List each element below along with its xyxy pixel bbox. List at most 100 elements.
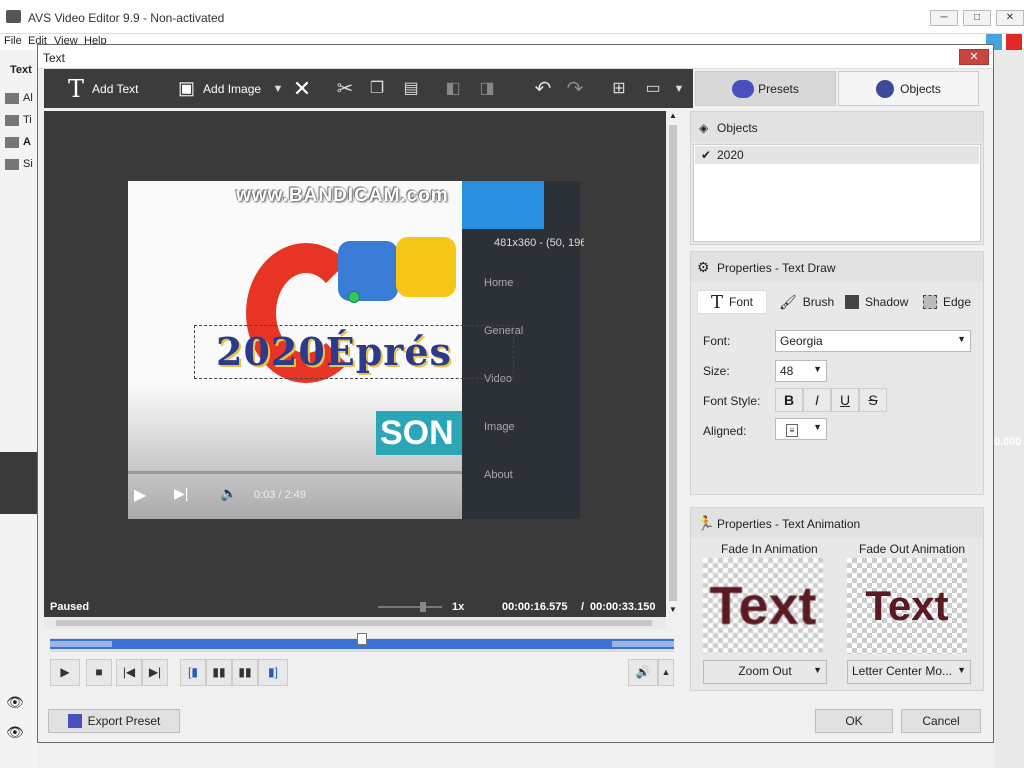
folder-icon bbox=[5, 136, 19, 148]
align-select[interactable]: ≡ ▼ bbox=[775, 418, 827, 440]
tab-presets[interactable]: Presets bbox=[695, 71, 836, 106]
timeline-fade-out bbox=[612, 641, 674, 647]
fade-in-select[interactable]: Zoom Out ▼ bbox=[703, 660, 827, 684]
brush-icon: 🖌 bbox=[779, 293, 797, 310]
menu-file[interactable]: File bbox=[4, 35, 22, 47]
folder-icon bbox=[5, 158, 19, 170]
chevron-down-icon[interactable]: ▼ bbox=[268, 79, 288, 99]
tab-presets-label: Presets bbox=[758, 81, 799, 96]
app-close-button[interactable]: ✕ bbox=[996, 10, 1024, 26]
current-time: 00:00:16.575 bbox=[502, 601, 568, 613]
stop-button[interactable]: ■ bbox=[86, 659, 112, 686]
tab-edge-label: Edge bbox=[943, 295, 972, 309]
logo-shape bbox=[396, 237, 456, 297]
overlay-text[interactable]: 2020Éprés bbox=[216, 329, 506, 374]
ok-button[interactable]: OK bbox=[815, 709, 893, 733]
grid-icon[interactable]: ⊞ bbox=[609, 79, 629, 99]
bg-text-label: Text bbox=[10, 64, 32, 76]
minimize-button[interactable]: ─ bbox=[930, 10, 958, 26]
tab-font[interactable]: T Font bbox=[697, 290, 767, 314]
hscroll-thumb[interactable] bbox=[56, 620, 652, 626]
fade-out-label: Fade Out Animation bbox=[859, 542, 966, 556]
rotate-handle[interactable] bbox=[348, 291, 360, 303]
tab-shadow[interactable]: Shadow bbox=[845, 290, 915, 314]
edge-icon bbox=[923, 295, 937, 309]
objects-panel-header: ◈ Objects bbox=[691, 112, 983, 142]
volume-button[interactable]: 🔊 bbox=[628, 659, 658, 686]
tab-shadow-label: Shadow bbox=[865, 295, 909, 309]
tab-edge[interactable]: Edge bbox=[923, 290, 983, 314]
timeline-fade-in bbox=[50, 641, 112, 647]
maximize-button[interactable]: □ bbox=[963, 10, 991, 26]
speed-slider[interactable] bbox=[378, 606, 442, 608]
bg-item: Ti bbox=[5, 114, 35, 128]
bring-forward-icon[interactable]: ◧ bbox=[443, 79, 463, 99]
scroll-down-icon[interactable]: ▼ bbox=[669, 605, 677, 614]
aligned-label: Aligned: bbox=[703, 424, 747, 438]
objects-panel: ◈ Objects ✔ 2020 bbox=[690, 111, 984, 245]
bg-item: A bbox=[5, 136, 35, 150]
size-value: 48 bbox=[780, 364, 794, 378]
redo-icon[interactable]: ↷ bbox=[565, 79, 585, 99]
preview-vertical-scrollbar[interactable]: ▲ ▼ bbox=[666, 111, 680, 615]
paste-icon[interactable]: ▤ bbox=[401, 79, 421, 99]
text-animation-panel: 🏃 Properties - Text Animation Fade In An… bbox=[690, 507, 984, 691]
dialog-close-button[interactable]: ✕ bbox=[959, 49, 989, 65]
speed-slider-thumb[interactable] bbox=[420, 602, 426, 612]
dialog-title-bar: Text ✕ bbox=[38, 45, 993, 69]
size-select[interactable]: 48 ▼ bbox=[775, 360, 827, 382]
running-figure-icon: 🏃 bbox=[697, 515, 715, 531]
tab-brush[interactable]: 🖌 Brush bbox=[779, 290, 839, 314]
set-start-button[interactable]: [▮ bbox=[180, 659, 206, 686]
undo-icon[interactable]: ↶ bbox=[533, 79, 553, 99]
eye-icon[interactable]: 👁 bbox=[6, 694, 24, 711]
nav-image: Image bbox=[484, 421, 515, 433]
scroll-up-icon[interactable]: ▲ bbox=[669, 111, 677, 121]
text-draw-panel: ⚙ Properties - Text Draw T Font 🖌 Brush … bbox=[690, 251, 984, 495]
tab-brush-label: Brush bbox=[802, 295, 835, 309]
dialog-title: Text bbox=[43, 51, 66, 65]
fade-out-value: Letter Center Mo... bbox=[852, 664, 953, 678]
copy-icon[interactable]: ❐ bbox=[367, 79, 387, 99]
timeline-playhead[interactable] bbox=[357, 633, 367, 645]
mark-out-button[interactable]: ▮▮ bbox=[232, 659, 258, 686]
bg-item: Si bbox=[5, 158, 35, 172]
youtube-icon[interactable] bbox=[1006, 34, 1022, 50]
eye-icons: 👁 👁 bbox=[0, 690, 38, 750]
cut-icon[interactable]: ✂ bbox=[335, 79, 355, 99]
font-select[interactable]: Georgia ▼ bbox=[775, 330, 971, 352]
add-image-label: Add Image bbox=[203, 81, 262, 96]
add-text-button[interactable]: T Add Text bbox=[68, 69, 139, 108]
chevron-down-icon[interactable]: ▼ bbox=[669, 79, 689, 99]
send-backward-icon[interactable]: ◨ bbox=[477, 79, 497, 99]
cancel-button[interactable]: Cancel bbox=[901, 709, 981, 733]
objects-icon bbox=[876, 79, 895, 98]
display-icon[interactable]: ▭ bbox=[643, 79, 663, 99]
eye-icon[interactable]: 👁 bbox=[6, 724, 24, 741]
speed-value: 1x bbox=[452, 601, 465, 613]
fade-out-select[interactable]: Letter Center Mo... ▼ bbox=[847, 660, 971, 684]
previous-frame-button[interactable]: |◀ bbox=[116, 659, 142, 686]
bold-button[interactable]: B bbox=[775, 388, 803, 412]
strikethrough-button[interactable]: S bbox=[859, 388, 887, 412]
export-preset-button[interactable]: Export Preset bbox=[48, 709, 180, 733]
delete-icon[interactable]: ✕ bbox=[292, 78, 312, 100]
checkbox-icon[interactable]: ✔ bbox=[701, 148, 711, 162]
next-icon: ▶| bbox=[174, 485, 189, 501]
volume-up-icon[interactable]: ▲ bbox=[658, 659, 674, 686]
list-item[interactable]: ✔ 2020 bbox=[695, 146, 979, 164]
mark-in-button[interactable]: ▮▮ bbox=[206, 659, 232, 686]
add-image-button[interactable]: ▣ Add Image bbox=[178, 69, 261, 108]
play-button[interactable]: ▶ bbox=[50, 659, 80, 686]
scroll-thumb[interactable] bbox=[669, 125, 677, 601]
italic-button[interactable]: I bbox=[803, 388, 831, 412]
time-separator: / bbox=[581, 601, 585, 613]
set-end-button[interactable]: ▮] bbox=[258, 659, 288, 686]
add-text-label: Add Text bbox=[92, 81, 139, 96]
underline-button[interactable]: U bbox=[831, 388, 859, 412]
preview-horizontal-scrollbar[interactable] bbox=[44, 617, 666, 629]
tab-objects[interactable]: Objects bbox=[838, 71, 979, 106]
editor-toolbar: T Add Text ▣ Add Image ▼ ✕ ✂ ❐ ▤ ◧ ◨ ↶ ↷… bbox=[44, 69, 693, 108]
app-title: AVS Video Editor 9.9 - Non-activated bbox=[28, 11, 225, 25]
next-frame-button[interactable]: ▶| bbox=[142, 659, 168, 686]
